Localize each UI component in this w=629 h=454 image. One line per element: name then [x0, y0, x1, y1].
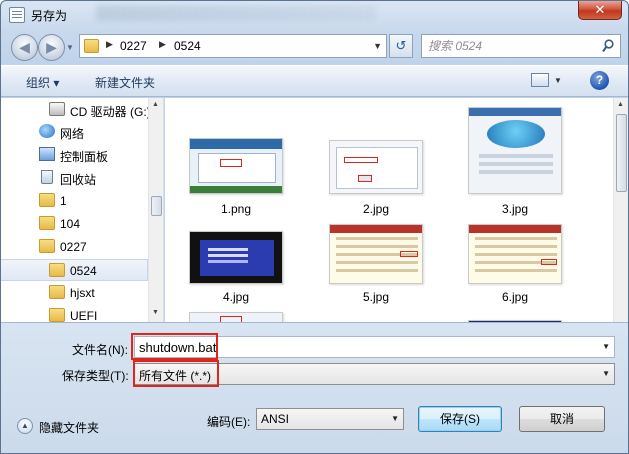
blurred-title-area	[96, 5, 376, 21]
navigation-pane: CD 驱动器 (G:) 网络 控制面板 回收站 1 104 0227 0524	[1, 98, 164, 323]
sidebar-item-1[interactable]: 1	[1, 190, 148, 212]
close-button[interactable]: ✕	[578, 1, 622, 20]
hide-folders-label[interactable]: 隐藏文件夹	[39, 419, 99, 436]
folder-icon	[39, 239, 55, 253]
sidebar-item-label: 回收站	[60, 173, 97, 187]
folder-icon	[49, 263, 65, 277]
folder-icon	[39, 193, 55, 207]
scroll-down-icon[interactable]: ▼	[152, 309, 159, 316]
save-as-dialog: 另存为 ✕ ◀ ▶ ▼ ▶ 0227 ▶ 0524 ▼ ↺ 组织 ▾ 新建文件夹…	[0, 0, 629, 454]
window-title: 另存为	[31, 9, 68, 23]
title-bar: 另存为 ✕	[1, 1, 628, 29]
folder-icon	[39, 216, 55, 230]
sidebar-item-label: CD 驱动器 (G:)	[70, 105, 151, 119]
file-name[interactable]: 2.jpg	[326, 202, 426, 216]
help-icon[interactable]: ?	[590, 71, 609, 90]
sidebar-item-0524[interactable]: 0524	[1, 259, 148, 281]
sidebar-item-network[interactable]: 网络	[1, 121, 148, 143]
thumbnail-6-jpg[interactable]	[468, 224, 562, 284]
file-name[interactable]: 6.jpg	[465, 290, 565, 304]
organize-menu[interactable]: 组织 ▾	[26, 74, 59, 91]
file-name[interactable]: 5.jpg	[326, 290, 426, 304]
sidebar-item-label: hjsxt	[70, 286, 95, 300]
change-view-icon[interactable]	[531, 73, 549, 87]
network-icon	[39, 124, 55, 138]
search-box[interactable]	[421, 34, 621, 58]
save-options-panel: 文件名(N): shutdown.bat ▼ 保存类型(T): 所有文件 (*.…	[1, 322, 628, 453]
folder-icon	[49, 285, 65, 299]
filetype-highlight-box	[133, 360, 219, 387]
scrollbar-thumb[interactable]	[151, 196, 162, 216]
folder-icon	[84, 39, 99, 53]
forward-button[interactable]: ▶	[38, 34, 65, 61]
thumbnail-1-png[interactable]	[189, 138, 283, 194]
filename-highlight-box	[131, 333, 218, 360]
file-name[interactable]: 3.jpg	[465, 202, 565, 216]
file-list-scrollbar[interactable]: ▲	[613, 98, 628, 322]
sidebar-item-0227[interactable]: 0227	[1, 236, 148, 258]
control-panel-icon	[39, 147, 55, 161]
filename-label: 文件名(N):	[72, 343, 128, 357]
encoding-label: 编码(E):	[207, 415, 251, 429]
filetype-label: 保存类型(T):	[62, 369, 129, 383]
new-folder-button[interactable]: 新建文件夹	[95, 74, 155, 91]
sidebar-scrollbar[interactable]: ▲ ▼	[148, 98, 163, 322]
breadcrumb-0524[interactable]: 0524	[174, 39, 201, 53]
file-list: 1.png 2.jpg 3.jpg 4.jpg 5.jpg 6.jpg ▲	[165, 98, 628, 322]
save-button[interactable]: 保存(S)	[418, 406, 502, 432]
chevron-down-icon[interactable]: ▼	[602, 369, 610, 378]
chevron-right-icon[interactable]: ▶	[106, 39, 113, 50]
cancel-button[interactable]: 取消	[519, 406, 605, 432]
sidebar-item-label: 1	[60, 194, 67, 208]
chevron-down-icon[interactable]: ▼	[602, 342, 610, 351]
encoding-select[interactable]: ANSI ▼	[256, 408, 404, 430]
sidebar-item-label: 0524	[70, 264, 97, 278]
document-icon	[9, 7, 25, 23]
chevron-down-icon[interactable]: ▼	[391, 414, 399, 423]
sidebar-item-label: 控制面板	[60, 150, 109, 164]
folder-icon	[49, 308, 65, 322]
sidebar-item-104[interactable]: 104	[1, 213, 148, 235]
toolbar: 组织 ▾ 新建文件夹 ▼ ?	[1, 65, 628, 97]
recycle-bin-icon	[41, 170, 53, 184]
sidebar-item-label: 104	[60, 217, 81, 231]
chevron-up-icon[interactable]: ▲	[17, 418, 33, 434]
sidebar-item-label: 网络	[60, 127, 85, 141]
thumbnail-3-jpg[interactable]	[468, 107, 562, 194]
back-button[interactable]: ◀	[11, 34, 38, 61]
thumbnail-5-jpg[interactable]	[329, 224, 423, 284]
refresh-button[interactable]: ↺	[389, 34, 413, 58]
sidebar-item-label: UEFI	[70, 309, 98, 323]
file-name[interactable]: 4.jpg	[186, 290, 286, 304]
sidebar-item-hjsxt[interactable]: hjsxt	[1, 282, 148, 304]
address-dropdown-icon[interactable]: ▼	[373, 41, 382, 51]
breadcrumb-0227[interactable]: 0227	[120, 39, 147, 53]
scroll-up-icon[interactable]: ▲	[152, 101, 159, 108]
cd-drive-icon	[49, 102, 65, 116]
search-icon[interactable]	[602, 39, 614, 53]
chevron-right-icon[interactable]: ▶	[159, 39, 166, 50]
recent-pages-dropdown-icon[interactable]: ▼	[66, 43, 74, 52]
search-input[interactable]	[428, 39, 598, 53]
address-bar[interactable]: ▶ 0227 ▶ 0524 ▼	[79, 34, 387, 58]
sidebar-item-cd-drive[interactable]: CD 驱动器 (G:)	[1, 99, 151, 121]
scroll-up-icon[interactable]: ▲	[617, 101, 624, 108]
thumbnail-4-jpg[interactable]	[189, 231, 283, 284]
encoding-value[interactable]: ANSI	[261, 412, 289, 426]
scrollbar-thumb[interactable]	[616, 114, 627, 192]
thumbnail-2-jpg[interactable]	[329, 140, 423, 194]
view-options-dropdown-icon[interactable]: ▼	[554, 76, 562, 85]
sidebar-item-recycle-bin[interactable]: 回收站	[1, 167, 148, 189]
sidebar-item-label: 0227	[60, 240, 87, 254]
file-name[interactable]: 1.png	[186, 202, 286, 216]
sidebar-item-control-panel[interactable]: 控制面板	[1, 144, 148, 166]
thumbnail-partial[interactable]	[189, 312, 283, 322]
